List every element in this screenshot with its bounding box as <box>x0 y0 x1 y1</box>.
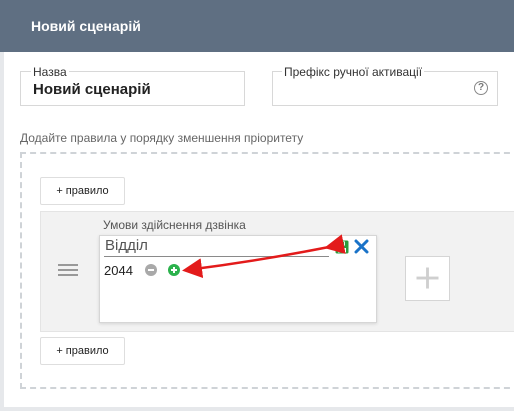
add-value-icon[interactable] <box>168 264 180 276</box>
remove-value-icon[interactable] <box>145 264 157 276</box>
page-header: Новий сценарій <box>0 0 514 52</box>
name-value[interactable]: Новий сценарій <box>33 81 151 98</box>
add-rule-button-top[interactable]: + правило <box>40 177 125 205</box>
condition-value: 2044 <box>104 263 133 278</box>
page-title: Новий сценарій <box>31 18 141 34</box>
drag-handle-icon[interactable] <box>58 264 78 276</box>
help-icon[interactable]: ? <box>474 81 488 95</box>
save-icon[interactable] <box>335 240 349 254</box>
name-label: Назва <box>31 65 69 79</box>
add-condition-button[interactable] <box>405 256 450 301</box>
add-condition-icon <box>416 267 439 289</box>
add-rule-button-bottom[interactable]: + правило <box>40 337 125 365</box>
rules-section-label: Додайте правила у порядку зменшення пріо… <box>20 131 304 145</box>
conditions-label: Умови здійснення дзвінка <box>103 218 246 232</box>
condition-field-text: Відділ <box>105 237 148 254</box>
prefix-label: Префікс ручної активації <box>282 65 425 79</box>
close-icon[interactable] <box>354 239 369 254</box>
